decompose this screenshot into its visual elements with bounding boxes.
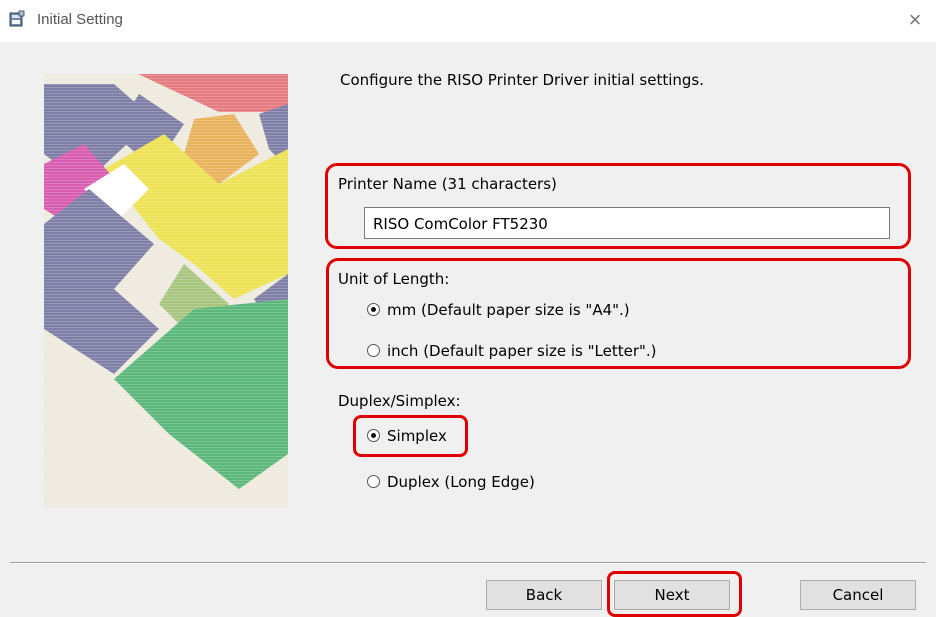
- intro-text: Configure the RISO Printer Driver initia…: [340, 71, 704, 89]
- close-icon[interactable]: ×: [900, 6, 930, 36]
- highlight-next-button: [607, 571, 742, 617]
- duplex-label: Duplex (Long Edge): [387, 473, 535, 491]
- duplex-radio[interactable]: Duplex (Long Edge): [367, 473, 535, 493]
- back-button[interactable]: Back: [486, 580, 602, 610]
- highlight-simplex: [353, 415, 468, 457]
- cancel-button[interactable]: Cancel: [800, 580, 916, 610]
- title-bar: Initial Setting ×: [0, 0, 936, 42]
- printer-setup-icon: [9, 10, 25, 27]
- duplex-simplex-label: Duplex/Simplex:: [338, 392, 461, 410]
- highlight-printer-name: [325, 163, 911, 249]
- decorative-artwork: [44, 74, 288, 508]
- radio-unselected-icon: [367, 475, 380, 488]
- window-title: Initial Setting: [37, 11, 123, 28]
- footer-divider: [10, 562, 926, 564]
- highlight-unit-of-length: [326, 258, 911, 369]
